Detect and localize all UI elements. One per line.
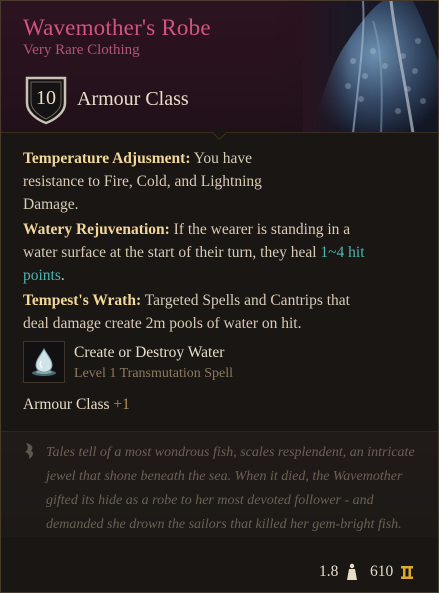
lore-text: Tales tell of a most wondrous fish, scal… bbox=[46, 441, 426, 537]
property-tempests-wrath: Tempest's Wrath: Targeted Spells and Can… bbox=[23, 289, 350, 335]
property-name: Temperature Adjusment: bbox=[23, 150, 191, 167]
property-text: If the wearer is standing in a bbox=[169, 221, 351, 238]
property-name: Watery Rejuvenation: bbox=[23, 221, 170, 238]
property-text: water surface at the start of their turn… bbox=[23, 244, 321, 261]
bonus-value: +1 bbox=[113, 396, 130, 413]
weight-value: 1.8 bbox=[319, 563, 339, 580]
lore-line: jewel that shone beneath the sea. When i… bbox=[46, 469, 403, 484]
property-text: You have bbox=[190, 150, 253, 167]
property-name: Tempest's Wrath: bbox=[23, 292, 142, 309]
property-text: Targeted Spells and Cantrips that bbox=[141, 292, 350, 309]
property-temperature-adjustment: Temperature Adjusment: You have resistan… bbox=[23, 147, 262, 216]
heal-amount-link[interactable]: 1~4 hit bbox=[320, 244, 364, 261]
lore-line: gifted its hide as a robe to her most de… bbox=[46, 493, 374, 508]
item-tooltip: Wavemother's Robe Very Rare Clothing 10 … bbox=[0, 0, 439, 593]
gold-value: 610 bbox=[370, 563, 394, 580]
spell-name[interactable]: Create or Destroy Water bbox=[74, 344, 224, 362]
weight-icon bbox=[347, 563, 357, 580]
property-text: resistance to Fire, Cold, and Lightning bbox=[23, 173, 262, 190]
bonus-label: Armour Class bbox=[23, 396, 110, 413]
water-drop-icon[interactable] bbox=[23, 341, 65, 383]
armour-class-value: 10 bbox=[36, 87, 56, 109]
item-name: Wavemother's Robe bbox=[23, 15, 211, 40]
armour-class-bonus: Armour Class +1 bbox=[23, 396, 130, 414]
lore-line: demanded she drown the sailors that kill… bbox=[46, 517, 402, 532]
feather-icon bbox=[25, 443, 34, 459]
gold-coin-icon bbox=[401, 566, 413, 579]
heal-amount-link[interactable]: points bbox=[23, 267, 61, 284]
lore-line: Tales tell of a most wondrous fish, scal… bbox=[46, 445, 415, 460]
armour-class-label: Armour Class bbox=[77, 88, 189, 110]
spell-level: Level 1 Transmutation Spell bbox=[74, 366, 234, 381]
property-text: . bbox=[60, 267, 65, 284]
item-rarity: Very Rare Clothing bbox=[23, 42, 140, 58]
property-watery-rejuvenation: Watery Rejuvenation: If the wearer is st… bbox=[23, 218, 365, 287]
property-text: Damage. bbox=[23, 196, 79, 213]
property-text: deal damage create 2m pools of water on … bbox=[23, 315, 302, 332]
